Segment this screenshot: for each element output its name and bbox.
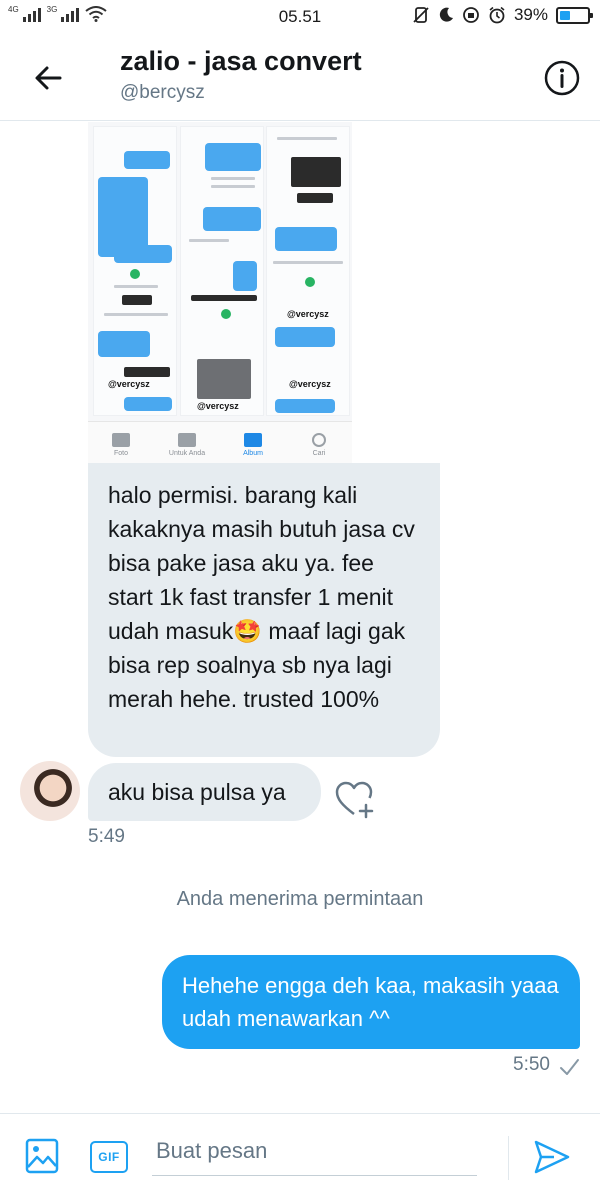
status-icons: 39% [412,5,593,25]
thumb-watermark: @vercysz [289,379,331,389]
thumb-line [114,285,158,288]
gif-button[interactable]: GIF [90,1141,128,1173]
message-timestamp: 5:50 [513,1054,550,1075]
heart-plus-icon[interactable] [334,780,376,820]
album-icon [244,432,262,447]
composer-separator [508,1136,509,1180]
thumb-bubble [233,261,257,291]
thumb-bubble [203,207,261,231]
thumb-line [211,177,255,180]
collection-icon [178,432,196,447]
battery-level [560,10,570,20]
thumb-redacted [122,295,152,305]
conversation-handle[interactable]: @bercysz [120,82,205,104]
search-icon [312,432,326,447]
thumb-check [221,309,231,319]
received-message[interactable]: halo permisi. barang kali kakaknya masih… [88,463,440,757]
screenshot-thumb-2: @vercysz [180,126,264,416]
status-bar: 4G 3G 05.51 39% [0,0,600,34]
check-icon [560,1059,579,1075]
data-saver-icon [463,7,479,23]
gallery-tab-cari: Cari [286,422,352,467]
send-icon[interactable] [532,1138,572,1176]
back-arrow-icon[interactable] [26,56,70,100]
battery-percent: 39% [513,5,548,24]
thumb-bar [191,295,257,301]
thumb-watermark: @vercysz [287,309,329,319]
thumb-bubble [98,331,150,357]
moon-icon [439,7,453,22]
image-icon[interactable] [24,1137,60,1175]
conversation-header: zalio - jasa convert @bercysz [0,34,600,120]
thumb-bubble [114,245,172,263]
gallery-tab-label: Untuk Anda [168,449,206,457]
gallery-tab-bar: Foto Untuk Anda Album Cari [88,421,352,467]
photo-icon [112,432,130,447]
gallery-tab-foto: Foto [88,422,154,467]
message-input[interactable] [152,1130,477,1176]
gallery-tab-label: Foto [113,449,128,457]
thumb-check [130,269,140,279]
screenshot-thumb-3: @vercysz @vercysz [266,126,350,416]
thumb-redacted [124,367,170,377]
gallery-tab-label: Cari [312,449,326,457]
thumb-watermark: @vercysz [197,401,239,411]
sent-message[interactable]: Hehehe engga deh kaa, makasih yaaa udah … [162,955,580,1049]
gallery-tab-untuk-anda: Untuk Anda [154,422,220,467]
image-message[interactable]: @vercysz @vercysz @vercysz @vercysz Foto [88,122,352,467]
thumb-bubble [275,399,335,413]
received-message[interactable]: aku bisa pulsa ya [88,763,321,821]
thumb-line [189,239,229,242]
request-accepted-notice: Anda menerima permintaan [176,888,424,910]
thumb-check [305,277,315,287]
conversation-title[interactable]: zalio - jasa convert [120,46,362,77]
alarm-icon [489,6,505,24]
message-timestamp: 5:49 [88,826,125,847]
thumb-line [273,261,343,264]
gallery-tab-album: Album [220,422,286,467]
header-divider [0,120,600,121]
info-icon[interactable] [542,58,582,98]
thumb-photo [197,359,251,399]
thumb-bubble [275,327,335,347]
thumb-bubble [205,143,261,171]
gallery-tab-label: Album [243,449,263,457]
thumb-bubble [124,397,172,411]
composer-divider [0,1113,600,1114]
avatar[interactable] [20,761,80,821]
screenshot-thumb-1: @vercysz [93,126,177,416]
battery-icon [556,6,593,24]
thumb-bubble [124,151,170,169]
vibrate-off-icon [413,7,429,23]
thumb-redacted [297,193,333,203]
thumb-line [277,137,337,140]
thumb-bubble [275,227,337,251]
thumb-line [104,313,168,316]
thumb-watermark: @vercysz [108,379,150,389]
thumb-line [211,185,255,188]
thumb-photo [291,157,341,187]
